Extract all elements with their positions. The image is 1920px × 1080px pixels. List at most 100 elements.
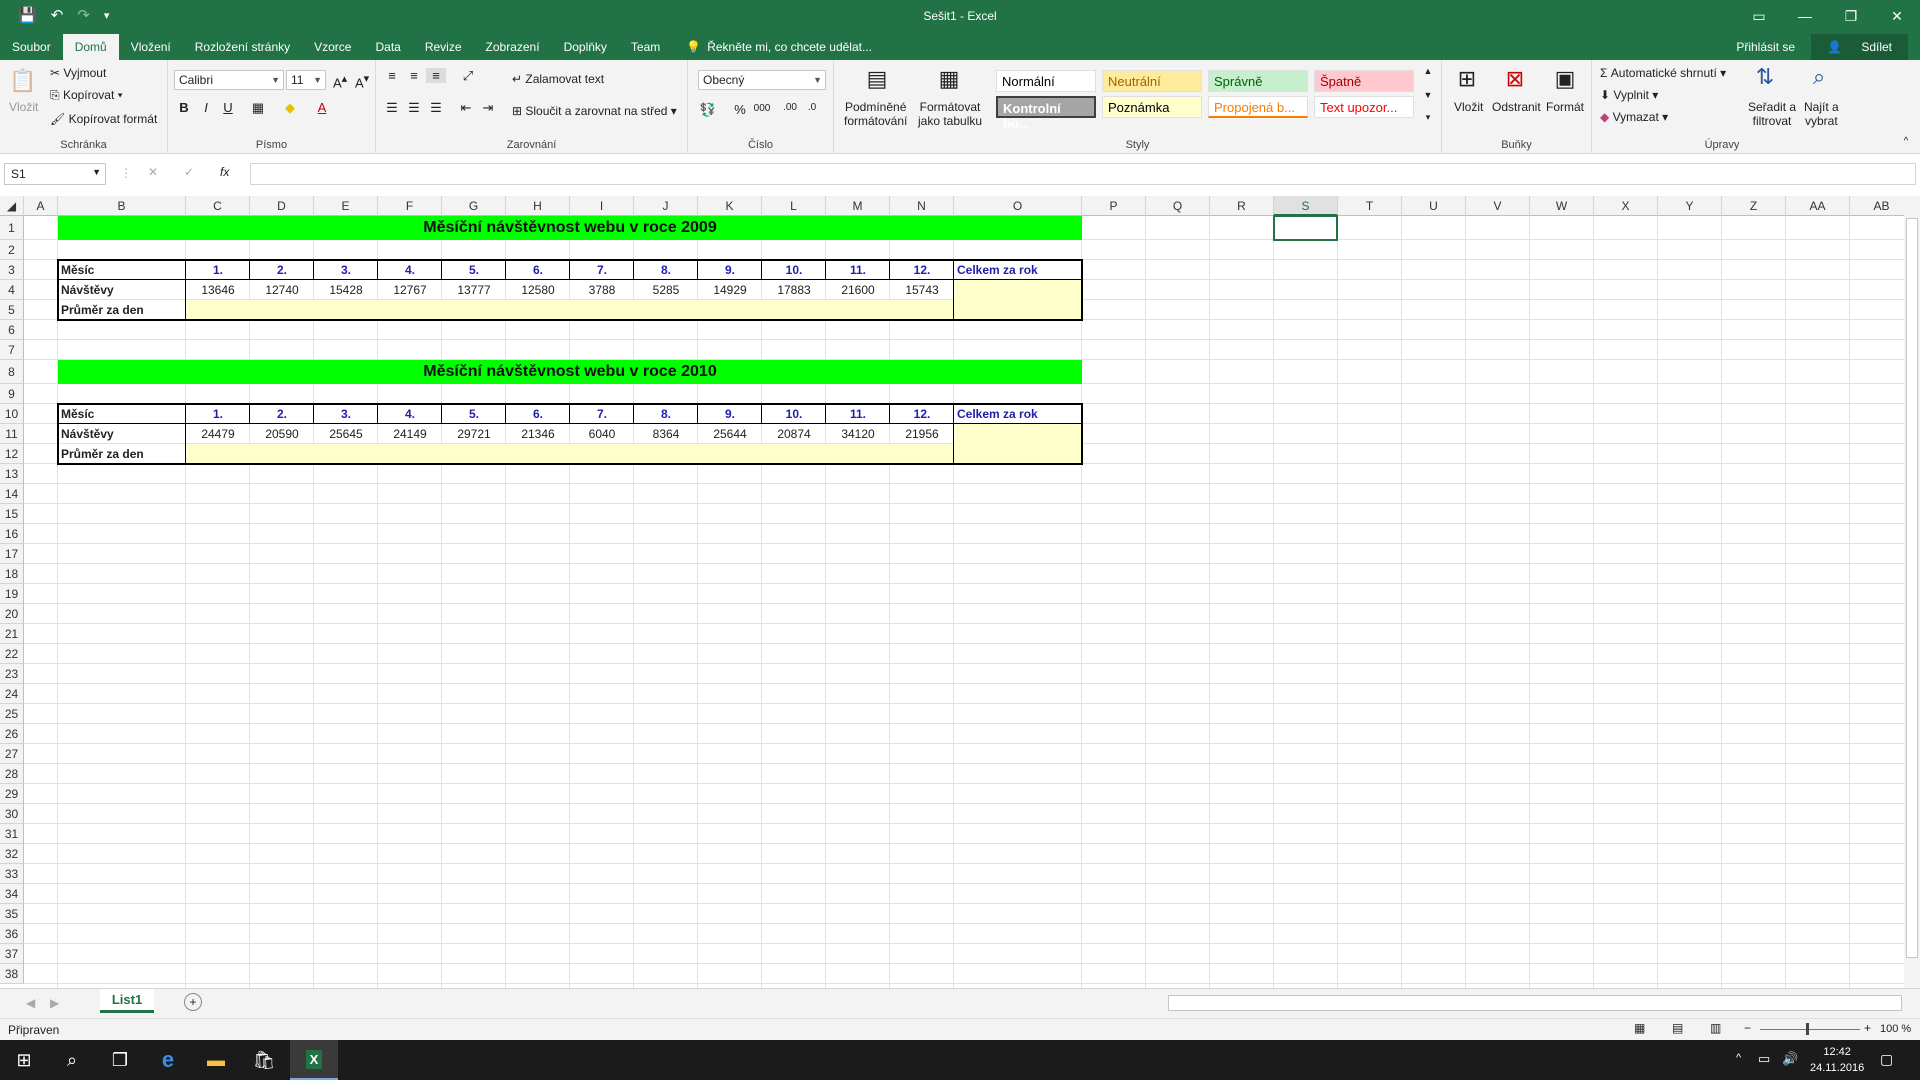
column-header-e[interactable]: E	[314, 196, 378, 216]
row-header-14[interactable]: 14	[0, 484, 24, 504]
total-average-cell[interactable]	[954, 444, 1082, 464]
visits-cell[interactable]: 29721	[442, 424, 506, 444]
row-header-26[interactable]: 26	[0, 724, 24, 744]
delete-cells-icon[interactable]: ⊠	[1500, 64, 1530, 94]
row-header-20[interactable]: 20	[0, 604, 24, 624]
number-format-select[interactable]: Obecný ▼	[698, 70, 826, 90]
sort-filter-icon[interactable]: ⇅	[1750, 62, 1780, 92]
cell-style-1[interactable]: Neutrální	[1102, 70, 1202, 92]
visits-cell[interactable]: 25644	[698, 424, 762, 444]
average-cell[interactable]	[698, 444, 762, 464]
visits-cell[interactable]: 12580	[506, 280, 570, 300]
column-header-h[interactable]: H	[506, 196, 570, 216]
column-header-u[interactable]: U	[1402, 196, 1466, 216]
autosum-button[interactable]: Σ Automatické shrnutí ▾	[1600, 66, 1726, 80]
zoom-level[interactable]: 100 %	[1880, 1023, 1911, 1035]
visits-cell[interactable]: 14929	[698, 280, 762, 300]
month-header-cell[interactable]: 10.	[762, 404, 826, 424]
month-header-cell[interactable]: 2.	[250, 260, 314, 280]
column-header-l[interactable]: L	[762, 196, 826, 216]
row-header-17[interactable]: 17	[0, 544, 24, 564]
cell-style-2[interactable]: Správně	[1208, 70, 1308, 92]
merge-center-button[interactable]: ⊞ Sloučit a zarovnat na střed ▾	[512, 104, 677, 118]
row-header-22[interactable]: 22	[0, 644, 24, 664]
wrap-text-button[interactable]: ↵ Zalamovat text	[512, 72, 604, 86]
font-color-icon[interactable]: A	[312, 100, 332, 115]
month-header-cell[interactable]: 8.	[634, 404, 698, 424]
excel-taskbar-icon[interactable]: X	[290, 1040, 338, 1080]
row-header-19[interactable]: 19	[0, 584, 24, 604]
fill-color-icon[interactable]: ◆	[280, 100, 300, 116]
minimize-icon[interactable]: —	[1782, 0, 1828, 32]
table-title[interactable]: Měsíční návštěvnost webu v roce 2010	[58, 360, 1082, 384]
total-header-label[interactable]: Celkem za rok	[954, 404, 1082, 424]
row-header-16[interactable]: 16	[0, 524, 24, 544]
insert-cells-button[interactable]: Vložit	[1454, 100, 1483, 114]
month-header-cell[interactable]: 8.	[634, 260, 698, 280]
average-cell[interactable]	[634, 300, 698, 320]
scroll-right-icon[interactable]: ▶	[50, 996, 59, 1010]
row-header-18[interactable]: 18	[0, 564, 24, 584]
month-header-label[interactable]: Měsíc	[58, 260, 186, 280]
month-header-cell[interactable]: 4.	[378, 404, 442, 424]
row-header-11[interactable]: 11	[0, 424, 24, 444]
formula-input[interactable]	[250, 163, 1916, 185]
row-header-36[interactable]: 36	[0, 924, 24, 944]
row-header-6[interactable]: 6	[0, 320, 24, 340]
column-header-f[interactable]: F	[378, 196, 442, 216]
month-header-cell[interactable]: 1.	[186, 260, 250, 280]
visits-cell[interactable]: 20874	[762, 424, 826, 444]
month-header-cell[interactable]: 6.	[506, 260, 570, 280]
tab-review[interactable]: Revize	[413, 34, 474, 60]
format-as-table-icon[interactable]: ▦	[934, 64, 964, 94]
column-header-d[interactable]: D	[250, 196, 314, 216]
tab-data[interactable]: Data	[363, 34, 412, 60]
scroll-left-icon[interactable]: ◀	[26, 996, 35, 1010]
month-header-cell[interactable]: 12.	[890, 260, 954, 280]
row-header-15[interactable]: 15	[0, 504, 24, 524]
average-cell[interactable]	[826, 300, 890, 320]
cell-style-4[interactable]: Kontrolní bu...	[996, 96, 1096, 131]
row-header-3[interactable]: 3	[0, 260, 24, 280]
align-middle-icon[interactable]: ≡	[404, 68, 424, 83]
currency-icon[interactable]: 💱	[698, 102, 718, 118]
row-header-9[interactable]: 9	[0, 384, 24, 404]
visits-cell[interactable]: 12740	[250, 280, 314, 300]
row-header-32[interactable]: 32	[0, 844, 24, 864]
month-header-cell[interactable]: 11.	[826, 404, 890, 424]
month-header-cell[interactable]: 9.	[698, 404, 762, 424]
average-cell[interactable]	[762, 444, 826, 464]
row-header-7[interactable]: 7	[0, 340, 24, 360]
visits-cell[interactable]: 13646	[186, 280, 250, 300]
month-header-cell[interactable]: 7.	[570, 404, 634, 424]
column-header-g[interactable]: G	[442, 196, 506, 216]
total-header-label[interactable]: Celkem za rok	[954, 260, 1082, 280]
align-left-icon[interactable]: ☰	[382, 100, 402, 116]
column-header-j[interactable]: J	[634, 196, 698, 216]
format-cells-icon[interactable]: ▣	[1550, 64, 1580, 94]
worksheet-grid[interactable]: ◢ A B C D E F G H I J K L M N O P Q R S T U V W X Y Z AA AB 1234567…	[0, 196, 1904, 988]
column-header-q[interactable]: Q	[1146, 196, 1210, 216]
average-cell[interactable]	[506, 300, 570, 320]
visits-cell[interactable]: 15428	[314, 280, 378, 300]
zoom-slider[interactable]	[1760, 1029, 1860, 1030]
month-header-cell[interactable]: 7.	[570, 260, 634, 280]
gallery-up-icon[interactable]: ▲	[1418, 66, 1438, 76]
start-icon[interactable]: ⊞	[0, 1040, 48, 1080]
row-header-2[interactable]: 2	[0, 240, 24, 260]
page-layout-view-icon[interactable]: ▤	[1672, 1021, 1683, 1035]
average-cell[interactable]	[762, 300, 826, 320]
visits-cell[interactable]: 3788	[570, 280, 634, 300]
align-bottom-icon[interactable]: ≡	[426, 68, 446, 83]
visits-cell[interactable]: 17883	[762, 280, 826, 300]
sheet-tab-list1[interactable]: List1	[100, 989, 154, 1013]
column-header-x[interactable]: X	[1594, 196, 1658, 216]
percent-button[interactable]: %	[730, 102, 750, 117]
align-center-icon[interactable]: ☰	[404, 100, 424, 116]
average-cell[interactable]	[378, 444, 442, 464]
visits-cell[interactable]: 8364	[634, 424, 698, 444]
new-sheet-icon[interactable]: +	[184, 993, 202, 1011]
tab-insert[interactable]: Vložení	[119, 34, 183, 60]
search-icon[interactable]: ⌕	[48, 1040, 96, 1080]
visits-cell[interactable]: 12767	[378, 280, 442, 300]
